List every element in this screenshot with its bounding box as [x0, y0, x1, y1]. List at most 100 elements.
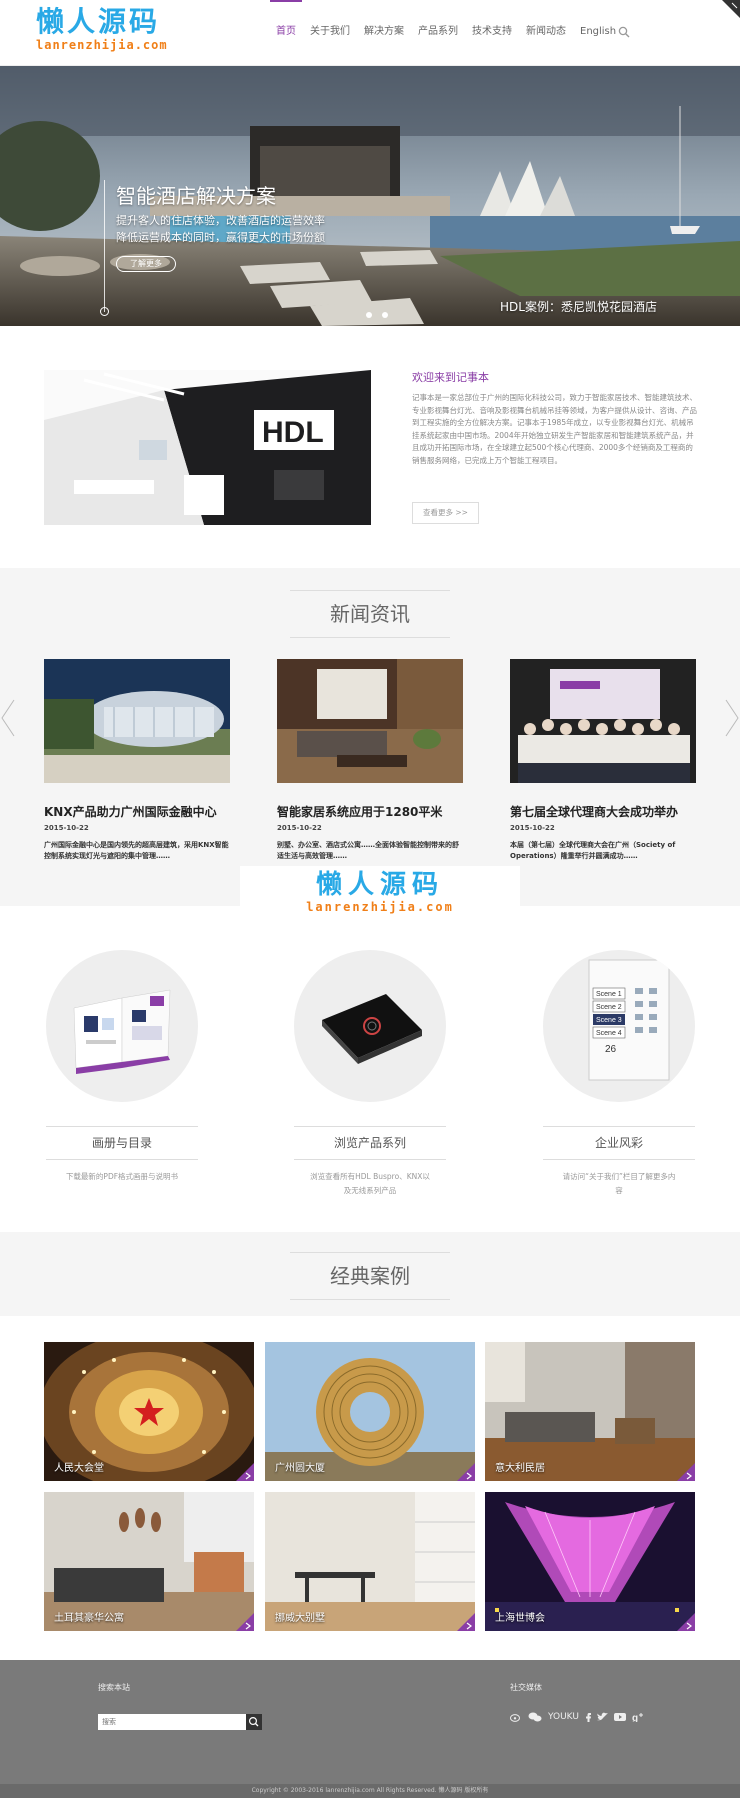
nav-news[interactable]: 新闻动态: [526, 24, 566, 44]
hero-image: [0, 66, 740, 326]
news-image[interactable]: [277, 659, 463, 783]
footer-social-heading: 社交媒体: [510, 1683, 542, 1692]
page: 懒人源码 lanrenzhijia.com 首页 关于我们 解决方案 产品系列 …: [0, 0, 740, 1798]
case-card[interactable]: 人民大会堂: [44, 1342, 254, 1481]
chevron-left-icon[interactable]: [0, 698, 16, 738]
news-summary: 别墅、办公室、酒店式公寓……全面体验智能控制带来的舒适生活与高效管理……: [277, 841, 459, 860]
hero-caption: HDL案例：悉尼凯悦花园酒店: [500, 300, 657, 314]
service-title[interactable]: 企业风彩: [543, 1126, 695, 1160]
nav-products[interactable]: 产品系列: [418, 24, 458, 44]
twitter-icon[interactable]: [596, 1712, 608, 1722]
case-label: 广州圆大厦: [275, 1463, 325, 1474]
hero-accent-dot: [100, 307, 109, 316]
news-summary: 本届（第七届）全球代理商大会在广州（Society of Operations）…: [510, 841, 676, 860]
service-description: 请访问“关于我们”栏目了解更多内容: [562, 1172, 676, 1195]
nav-solutions[interactable]: 解决方案: [364, 24, 404, 44]
footer-search-input[interactable]: [98, 1714, 246, 1730]
news-card[interactable]: KNX产品助力广州国际金融中心 2015-10-22 广州国际金融中心是国内领先…: [44, 659, 230, 862]
service-title[interactable]: 浏览产品系列: [294, 1126, 446, 1160]
case-card[interactable]: 土耳其豪华公寓: [44, 1492, 254, 1631]
news-card[interactable]: 智能家居系统应用于1280平米 2015-10-22 别墅、办公室、酒店式公寓……: [277, 659, 463, 862]
arrow-right-icon: [245, 1622, 251, 1630]
corner-ribbon-icon[interactable]: [722, 0, 740, 18]
site-logo[interactable]: 懒人源码 lanrenzhijia.com: [36, 6, 176, 58]
news-image[interactable]: [44, 659, 230, 783]
service-brochure[interactable]: 画册与目录 下载最新的PDF格式画册与说明书: [46, 950, 198, 1184]
news-date: 2015-10-22: [44, 824, 89, 832]
facebook-icon[interactable]: [585, 1712, 591, 1722]
logo-text-cn: 懒人源码: [36, 5, 161, 38]
hero-dot-1[interactable]: [366, 312, 372, 318]
news-image[interactable]: [510, 659, 696, 783]
chevron-right-icon[interactable]: [724, 698, 740, 738]
svg-text:g: g: [632, 1713, 638, 1722]
hero-desc-line-2: 降低运营成本的同时，赢得更大的市场份额: [116, 231, 325, 244]
search-icon: [248, 1716, 259, 1727]
arrow-right-icon: [686, 1622, 692, 1630]
cases-section-title: 经典案例: [290, 1252, 450, 1300]
scene-1-label: Scene 1: [596, 991, 622, 998]
watermark-text-en: lanrenzhijia.com: [306, 900, 454, 914]
search-icon[interactable]: [618, 26, 630, 38]
copyright-text: Copyright © 2003-2016 lanrenzhijia.com A…: [0, 1784, 740, 1798]
service-description: 下载最新的PDF格式画册与说明书: [65, 1172, 179, 1181]
service-corporate[interactable]: Scene 1 Scene 2 Scene 3 Scene 4 26 企业风彩: [543, 950, 695, 1198]
scene-temperature-label: 26: [605, 1044, 617, 1055]
about-title: 欢迎来到记事本: [412, 371, 489, 384]
hero-dot-2[interactable]: [382, 312, 388, 318]
news-summary: 广州国际金融中心是国内领先的超高层建筑，采用KNX智能控制系统实现灯光与遮阳的集…: [44, 841, 229, 860]
nav-support[interactable]: 技术支持: [472, 24, 512, 44]
nav-english[interactable]: English: [580, 24, 616, 44]
nav-home[interactable]: 首页: [270, 0, 302, 44]
youtube-icon[interactable]: [613, 1712, 626, 1722]
weibo-icon[interactable]: [510, 1712, 522, 1722]
news-title[interactable]: KNX产品助力广州国际金融中心: [44, 803, 230, 820]
hero-learn-more-button[interactable]: 了解更多: [116, 256, 176, 272]
svg-text:HDL: HDL: [262, 416, 324, 449]
service-title[interactable]: 画册与目录: [46, 1126, 198, 1160]
case-label: 挪威大别墅: [275, 1613, 325, 1624]
logo-text-en: lanrenzhijia.com: [36, 38, 168, 52]
watermark-logo: 懒人源码 lanrenzhijia.com: [240, 866, 520, 914]
news-date: 2015-10-22: [277, 824, 322, 832]
right-edge: [740, 0, 750, 1798]
about-text: 记事本是一家总部位于广州的国际化科技公司，致力于智能家居技术、智能建筑技术、专业…: [412, 393, 697, 465]
case-card[interactable]: 广州圆大厦: [265, 1342, 475, 1481]
footer-search-button[interactable]: [246, 1714, 262, 1730]
case-card[interactable]: 上海世博会: [485, 1492, 695, 1631]
arrow-right-icon: [245, 1472, 251, 1480]
smart-panel-icon[interactable]: [294, 950, 446, 1102]
news-title[interactable]: 智能家居系统应用于1280平米: [277, 803, 463, 820]
case-label: 土耳其豪华公寓: [54, 1613, 124, 1624]
hero-pagination: [366, 312, 388, 318]
scene-4-label: Scene 4: [596, 1030, 622, 1037]
google-plus-icon[interactable]: g: [632, 1712, 643, 1722]
service-products[interactable]: 浏览产品系列 浏览查看所有HDL Buspro、KNX以及无线系列产品: [294, 950, 446, 1198]
news-card[interactable]: 第七届全球代理商大会成功举办 2015-10-22 本届（第七届）全球代理商大会…: [510, 659, 696, 862]
wechat-icon[interactable]: [528, 1712, 542, 1722]
scene-3-label: Scene 3: [596, 1017, 622, 1024]
about-more-button[interactable]: 查看更多 >>: [412, 502, 479, 524]
arrow-right-icon: [466, 1622, 472, 1630]
news-date: 2015-10-22: [510, 824, 555, 832]
site-footer: 搜索本站 社交媒体 YOUKU g Copyright © 2003-2016 …: [0, 1660, 740, 1798]
news-section: 新闻资讯 KNX产品助力广州国际金融中心 2015-10-22 广州国际金融中心…: [0, 568, 740, 906]
main-nav: 首页 关于我们 解决方案 产品系列 技术支持 新闻动态 English: [270, 0, 630, 44]
case-card[interactable]: 挪威大别墅: [265, 1492, 475, 1631]
case-card[interactable]: 意大利民居: [485, 1342, 695, 1481]
hero-description: 提升客人的住店体验，改善酒店的运营效率 降低运营成本的同时，赢得更大的市场份额: [116, 212, 346, 246]
news-title[interactable]: 第七届全球代理商大会成功举办: [510, 803, 696, 820]
cases-section-header: 经典案例: [0, 1232, 740, 1316]
scene-2-label: Scene 2: [596, 1004, 622, 1011]
nav-about[interactable]: 关于我们: [310, 24, 350, 44]
brochure-icon[interactable]: [46, 950, 198, 1102]
hero-title: 智能酒店解决方案: [116, 184, 276, 208]
hero-accent-line: [104, 180, 105, 312]
case-label: 人民大会堂: [54, 1463, 104, 1474]
hero-slider[interactable]: 智能酒店解决方案 提升客人的住店体验，改善酒店的运营效率 降低运营成本的同时，赢…: [0, 66, 740, 326]
youku-icon[interactable]: YOUKU: [548, 1712, 579, 1722]
service-description: 浏览查看所有HDL Buspro、KNX以及无线系列产品: [310, 1172, 430, 1195]
scene-panel-icon[interactable]: Scene 1 Scene 2 Scene 3 Scene 4 26: [543, 950, 695, 1102]
social-links: YOUKU g: [510, 1712, 643, 1722]
case-label: 上海世博会: [495, 1613, 545, 1624]
